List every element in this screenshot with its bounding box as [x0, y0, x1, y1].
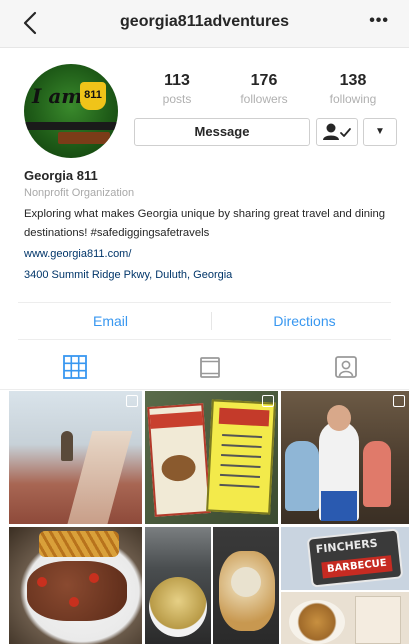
top-nav-bar: georgia811adventures ••• — [0, 0, 409, 48]
stat-following-label: following — [329, 92, 377, 106]
contact-bar: Email Directions — [18, 302, 391, 340]
post-thumbnail[interactable] — [9, 527, 142, 644]
post-thumbnail[interactable] — [213, 527, 279, 644]
post-thumbnail[interactable] — [281, 592, 409, 644]
profile-website-link[interactable]: www.georgia811.com/ — [24, 248, 394, 260]
avatar-logo-badge: 811 — [80, 82, 106, 110]
profile-tabs — [0, 342, 409, 390]
post-thumbnail[interactable] — [9, 391, 142, 524]
post-thumbnail[interactable] — [145, 527, 211, 644]
stat-followers[interactable]: 176 followers — [229, 72, 299, 106]
suggested-dropdown-button[interactable]: ▼ — [363, 118, 397, 146]
avatar-logo-banner — [58, 132, 110, 144]
profile-username-title: georgia811adventures — [120, 13, 289, 30]
post-thumbnail[interactable] — [145, 391, 278, 524]
restaurant-sign-type: BARBECUE — [321, 555, 393, 579]
avatar-logo-text: I am — [32, 84, 83, 108]
profile-category: Nonprofit Organization — [24, 187, 135, 199]
avatar-logo-band — [24, 122, 118, 130]
email-button[interactable]: Email — [18, 303, 203, 339]
feed-icon[interactable] — [197, 354, 223, 380]
stat-followers-label: followers — [240, 92, 288, 106]
multi-photo-icon — [393, 395, 405, 407]
stat-posts[interactable]: 113 posts — [142, 72, 212, 106]
profile-avatar[interactable]: I am 811 — [24, 64, 118, 158]
following-button[interactable] — [316, 118, 358, 146]
stat-following[interactable]: 138 following — [318, 72, 388, 106]
stat-posts-value: 113 — [164, 72, 190, 89]
stat-followers-value: 176 — [250, 72, 278, 89]
stat-following-value: 138 — [339, 72, 367, 89]
person-check-icon — [323, 123, 351, 140]
stat-posts-label: posts — [162, 92, 192, 106]
multi-photo-icon — [126, 395, 138, 407]
profile-name: Georgia 811 — [24, 168, 98, 183]
grid-icon[interactable] — [62, 354, 88, 380]
profile-bio: Exploring what makes Georgia unique by s… — [24, 208, 386, 239]
contact-divider — [211, 312, 212, 330]
post-thumbnail[interactable]: FINCHERS BARBECUE — [281, 527, 409, 590]
restaurant-sign-name: FINCHERS — [315, 536, 379, 557]
message-button[interactable]: Message — [134, 118, 310, 146]
more-options-icon[interactable]: ••• — [369, 12, 389, 30]
profile-address-link[interactable]: 3400 Summit Ridge Pkwy, Duluth, Georgia — [24, 269, 394, 281]
tagged-icon[interactable] — [333, 354, 359, 380]
post-thumbnail[interactable] — [281, 391, 409, 524]
multi-photo-icon — [262, 395, 274, 407]
posts-grid: FINCHERS BARBECUE — [0, 391, 409, 644]
directions-button[interactable]: Directions — [218, 303, 391, 339]
